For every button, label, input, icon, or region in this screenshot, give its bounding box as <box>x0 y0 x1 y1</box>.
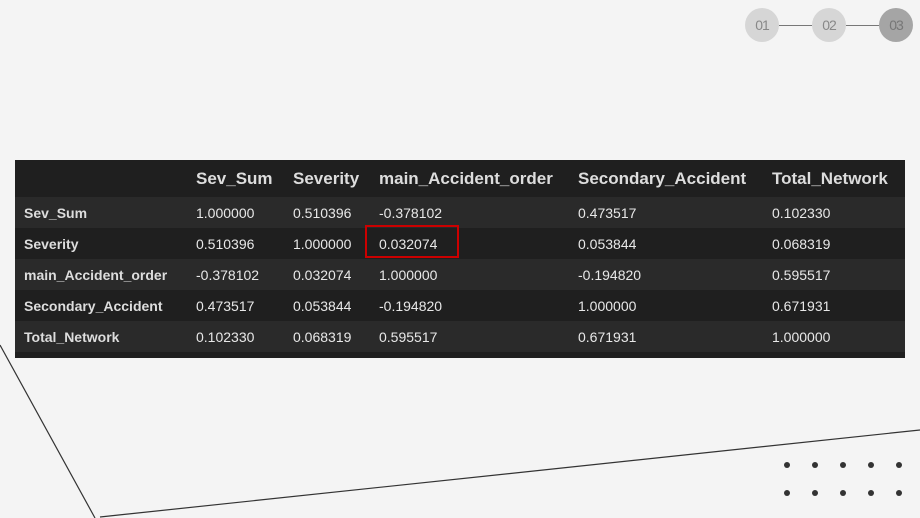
column-header <box>15 160 196 197</box>
column-header: Secondary_Accident <box>578 168 747 188</box>
table-cell: 1.000000 <box>379 259 578 290</box>
table-row: Secondary_Accident 0.473517 0.053844 -0.194… <box>15 290 905 321</box>
table-cell: 0.510396 <box>293 197 379 228</box>
step-2[interactable]: 02 <box>812 8 846 42</box>
table-row: main_Accident_order -0.378102 0.032074 1.00… <box>15 259 905 290</box>
table-cell: 0.595517 <box>379 321 578 352</box>
table-row: Sev_Sum 1.000000 0.510396 -0.378102 0.473517… <box>15 197 905 228</box>
table-cell: 0.473517 <box>196 297 255 314</box>
table-row: Severity 0.510396 1.000000 0.032074 0.053844… <box>15 228 905 259</box>
row-label: main_Accident_order <box>15 259 196 290</box>
row-label: Total_Network <box>15 321 196 352</box>
dot <box>896 462 902 468</box>
highlight-box <box>365 225 459 258</box>
step-connector <box>779 24 812 26</box>
dot <box>812 462 818 468</box>
row-label: Secondary_Accident <box>24 297 163 314</box>
column-header: Total_Network <box>772 168 888 188</box>
table-cell: 1.000000 <box>772 321 905 352</box>
table-cell: 0.102330 <box>196 321 293 352</box>
column-header: Sev_Sum <box>196 168 273 188</box>
dot <box>784 462 790 468</box>
table-cell: 0.473517 <box>578 197 772 228</box>
dot <box>840 490 846 496</box>
table-cell: 0.053844 <box>578 235 637 252</box>
dot-grid-decoration <box>780 458 920 500</box>
header-row: Sev_Sum Severity main_Accident_order Sec… <box>15 160 905 197</box>
table-cell: -0.194820 <box>578 259 772 290</box>
table-row: Total_Network 0.102330 0.068319 0.595517 0.6… <box>15 321 905 352</box>
table-cell: -0.378102 <box>196 259 293 290</box>
table-cell: 1.000000 <box>578 297 637 314</box>
table-cell: 0.068319 <box>293 321 379 352</box>
dot <box>868 462 874 468</box>
dot <box>812 490 818 496</box>
step-1[interactable]: 01 <box>745 8 779 42</box>
step-connector <box>846 24 879 26</box>
table-cell: 0.068319 <box>772 235 831 252</box>
table-cell: 0.595517 <box>772 259 905 290</box>
column-header: main_Accident_order <box>379 168 553 188</box>
table-cell: -0.378102 <box>379 197 578 228</box>
table-cell: 0.671931 <box>578 321 772 352</box>
row-label: Sev_Sum <box>15 197 196 228</box>
table-cell: 0.032074 <box>293 259 379 290</box>
dot <box>896 490 902 496</box>
dot <box>868 490 874 496</box>
table-cell: -0.194820 <box>379 297 443 314</box>
step-3[interactable]: 03 <box>879 8 913 42</box>
correlation-table: Sev_Sum Severity main_Accident_order Sec… <box>15 160 905 358</box>
table-cell: 0.510396 <box>196 235 255 252</box>
row-label: Severity <box>24 235 79 252</box>
table-cell: 1.000000 <box>196 197 293 228</box>
column-header: Severity <box>293 168 360 188</box>
dot <box>784 490 790 496</box>
dot <box>840 462 846 468</box>
table-cell: 0.671931 <box>772 297 831 314</box>
table-cell: 0.053844 <box>293 297 352 314</box>
table-cell: 0.102330 <box>772 197 905 228</box>
step-indicator: 01 02 03 <box>745 8 913 42</box>
